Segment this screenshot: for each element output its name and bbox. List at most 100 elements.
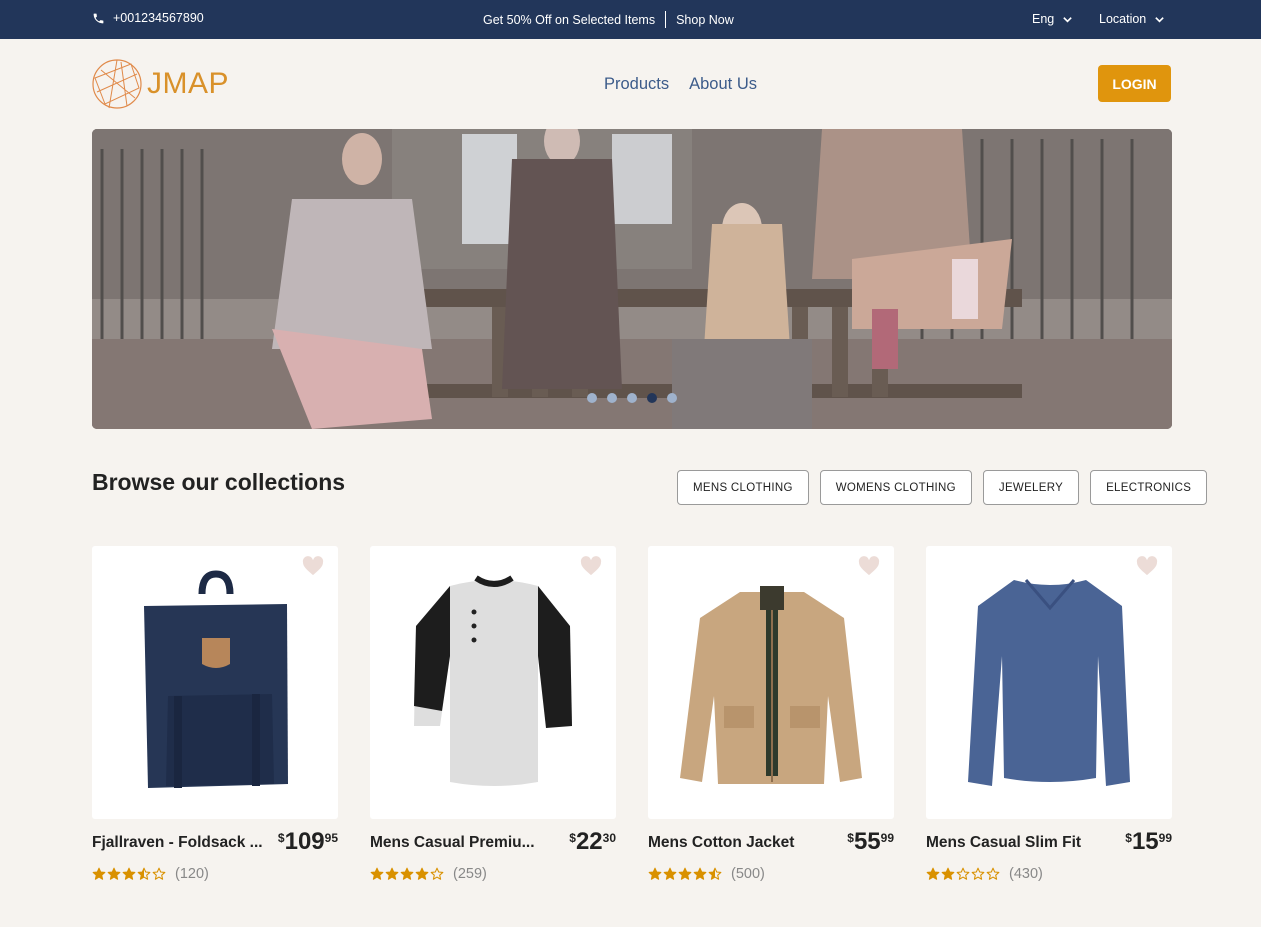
price-currency: $ [277, 831, 285, 845]
star-full-icon [400, 867, 414, 880]
language-select[interactable]: Eng [1032, 12, 1073, 26]
product-price: $ 55 99 [847, 828, 894, 856]
star-empty-icon [430, 867, 444, 880]
price-whole: 109 [284, 828, 325, 855]
star-full-icon [92, 867, 106, 880]
login-button[interactable]: LOGIN [1098, 65, 1171, 102]
star-full-icon [678, 867, 692, 880]
location-label: Location [1099, 12, 1147, 26]
product-title[interactable]: Mens Cotton Jacket [648, 834, 820, 852]
phone-number: +001234567890 [113, 11, 204, 25]
review-count: (430) [1009, 866, 1043, 882]
location-select[interactable]: Location [1099, 12, 1165, 26]
star-full-icon [122, 867, 136, 880]
star-full-icon [107, 867, 121, 880]
star-rating [648, 867, 722, 881]
price-currency: $ [847, 831, 854, 845]
nav-about-us[interactable]: About Us [689, 75, 757, 94]
product-rating: (500) [648, 866, 765, 882]
category-filters: MENS CLOTHING WOMENS CLOTHING JEWELERY E… [677, 470, 1208, 505]
chevron-down-icon [1155, 16, 1165, 23]
shop-now-link[interactable]: Shop Now [676, 13, 734, 27]
product-rating: (120) [92, 866, 209, 882]
heart-icon[interactable] [302, 556, 324, 576]
product-title[interactable]: Mens Casual Premiu... [370, 834, 542, 852]
product-card[interactable]: Mens Cotton Jacket $ 55 99 (500) [648, 546, 894, 882]
star-full-icon [663, 867, 677, 880]
product-price: $ 109 95 [278, 828, 338, 856]
carousel-indicators [587, 393, 677, 403]
price-cents: 99 [1158, 831, 1172, 845]
carousel-dot[interactable] [627, 393, 637, 403]
phone-icon [93, 13, 104, 23]
review-count: (500) [731, 866, 765, 882]
heart-icon[interactable] [858, 556, 880, 576]
star-full-icon [941, 867, 955, 880]
carousel-dot[interactable] [667, 393, 677, 403]
collections-title: Browse our collections [92, 469, 346, 495]
filter-womens-clothing[interactable]: WOMENS CLOTHING [819, 470, 972, 505]
product-image-frame[interactable] [370, 546, 616, 819]
main-nav: Products About Us [604, 75, 757, 94]
product-title[interactable]: Mens Casual Slim Fit [926, 834, 1098, 852]
chevron-down-icon [1063, 16, 1073, 23]
heart-icon[interactable] [1136, 556, 1158, 576]
hero-image [92, 129, 1172, 429]
raglan-shirt-image [414, 575, 572, 786]
top-bar: +001234567890 Get 50% Off on Selected It… [0, 0, 1261, 39]
product-price: $ 15 99 [1125, 828, 1172, 856]
promo-text: Get 50% Off on Selected Items [483, 12, 656, 27]
star-full-icon [415, 867, 429, 880]
language-label: Eng [1032, 12, 1055, 26]
review-count: (259) [453, 866, 487, 882]
product-image-frame[interactable] [926, 546, 1172, 819]
brand-name: JMAP [147, 67, 230, 100]
price-cents: 30 [602, 831, 616, 845]
star-full-icon [370, 867, 384, 880]
star-half-icon [708, 867, 722, 880]
star-rating [92, 867, 166, 881]
carousel-dot[interactable] [607, 393, 617, 403]
review-count: (120) [175, 866, 209, 882]
price-currency: $ [569, 831, 576, 845]
nav-products[interactable]: Products [604, 75, 669, 94]
star-empty-icon [152, 867, 166, 880]
star-full-icon [648, 867, 662, 880]
star-full-icon [693, 867, 707, 880]
star-half-icon [137, 867, 151, 880]
price-cents: 95 [324, 831, 338, 845]
star-full-icon [926, 867, 940, 880]
price-whole: 55 [853, 828, 881, 855]
backpack-image [144, 570, 288, 788]
product-title[interactable]: Fjallraven - Foldsack ... [92, 834, 264, 852]
price-cents: 99 [880, 831, 894, 845]
heart-icon[interactable] [580, 556, 602, 576]
price-whole: 22 [575, 828, 603, 855]
product-card[interactable]: Mens Casual Slim Fit $ 15 99 (430) [926, 546, 1172, 882]
filter-jewelery[interactable]: JEWELERY [982, 470, 1080, 505]
product-card[interactable]: Fjallraven - Foldsack ... $ 109 95 (120) [92, 546, 338, 882]
carousel-dot[interactable] [587, 393, 597, 403]
star-empty-icon [956, 867, 970, 880]
filter-electronics[interactable]: ELECTRONICS [1090, 470, 1208, 505]
phone-contact[interactable]: +001234567890 [92, 11, 204, 25]
product-rating: (259) [370, 866, 487, 882]
promo-banner: Get 50% Off on Selected Items Shop Now [483, 11, 734, 28]
product-image-frame[interactable] [92, 546, 338, 819]
long-sleeve-tee-image [968, 579, 1130, 786]
product-price: $ 22 30 [569, 828, 616, 856]
filter-mens-clothing[interactable]: MENS CLOTHING [677, 470, 809, 505]
star-empty-icon [986, 867, 1000, 880]
product-card[interactable]: Mens Casual Premiu... $ 22 30 (259) [370, 546, 616, 882]
product-rating: (430) [926, 866, 1043, 882]
price-currency: $ [1125, 831, 1132, 845]
promo-divider [665, 11, 667, 28]
carousel-dot-active[interactable] [647, 393, 657, 403]
brand-logo[interactable]: JMAP [91, 58, 229, 110]
price-whole: 15 [1131, 828, 1159, 855]
globe-logo-icon [92, 59, 142, 109]
star-rating [370, 867, 444, 881]
jacket-image [680, 586, 862, 784]
product-image-frame[interactable] [648, 546, 894, 819]
hero-carousel[interactable] [92, 129, 1172, 429]
